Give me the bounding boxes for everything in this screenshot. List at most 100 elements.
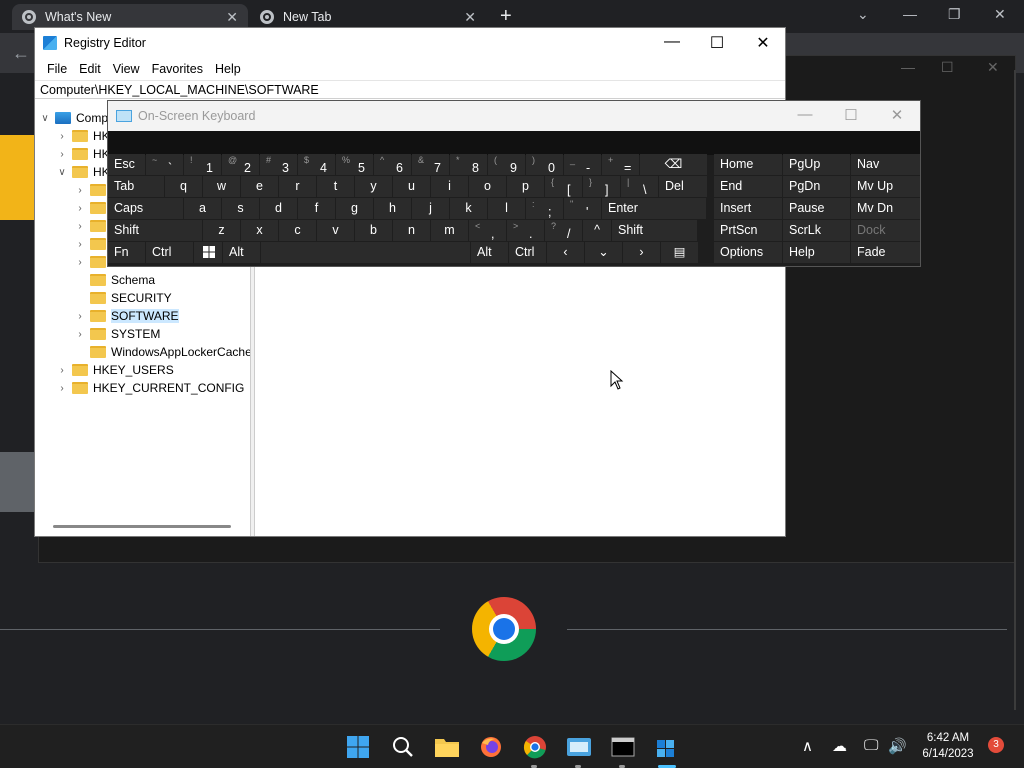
minimize-icon[interactable]: — (903, 6, 917, 22)
clock[interactable]: 6:42 AM 6/14/2023 (912, 730, 984, 762)
terminal-button[interactable] (610, 734, 636, 760)
nav-key[interactable]: Fade (851, 242, 920, 263)
key[interactable]: ) 0 (526, 154, 563, 175)
key[interactable]: ~ ` (146, 154, 183, 175)
key[interactable]: u (393, 176, 430, 197)
maximize-icon[interactable]: ☐ (694, 33, 740, 53)
key[interactable]: Shift (108, 220, 202, 241)
tree-item[interactable]: ∨ HK (57, 163, 109, 181)
tree-item[interactable]: › (75, 235, 111, 253)
key[interactable]: x (241, 220, 278, 241)
key[interactable]: h (374, 198, 411, 219)
new-tab-button[interactable]: + (500, 5, 512, 28)
key[interactable]: ^ (583, 220, 611, 241)
search-button[interactable] (390, 734, 416, 760)
key[interactable]: Esc (108, 154, 145, 175)
close-icon[interactable]: ✕ (874, 106, 920, 124)
nav-key[interactable]: Insert (714, 198, 782, 219)
restore-icon[interactable]: ❐ (948, 6, 961, 23)
chevron-right-icon[interactable]: › (57, 365, 67, 376)
key[interactable]: ‹ (547, 242, 584, 263)
key[interactable]: {[ (545, 176, 582, 197)
nav-key[interactable]: Pause (783, 198, 850, 219)
key[interactable]: o (469, 176, 506, 197)
chevron-right-icon[interactable]: › (75, 239, 85, 250)
tab-close-icon[interactable]: ✕ (464, 9, 476, 26)
tree-horizontal-scrollbar[interactable] (53, 525, 231, 528)
key[interactable]: g (336, 198, 373, 219)
firefox-button[interactable] (478, 734, 504, 760)
nav-key[interactable]: ScrLk (783, 220, 850, 241)
key[interactable]: <, (469, 220, 506, 241)
key[interactable]: & 7 (412, 154, 449, 175)
key[interactable]: Enter (602, 198, 706, 219)
close-icon[interactable]: ✕ (740, 33, 786, 53)
chevron-right-icon[interactable]: › (75, 185, 85, 196)
maximize-icon[interactable]: ☐ (828, 106, 874, 124)
nav-key[interactable]: PgDn (783, 176, 850, 197)
key[interactable]: @2 (222, 154, 259, 175)
menu-file[interactable]: File (41, 62, 73, 76)
key[interactable]: Alt (471, 242, 508, 263)
tree-item[interactable]: › (75, 199, 111, 217)
key[interactable]: ⌫ (640, 154, 707, 175)
key[interactable]: b (355, 220, 392, 241)
file-explorer-button[interactable] (434, 734, 460, 760)
nav-key[interactable]: Mv Up (851, 176, 920, 197)
scrollbar[interactable] (1014, 70, 1016, 710)
key[interactable]: c (279, 220, 316, 241)
key[interactable]: ! 1 (184, 154, 221, 175)
nav-key[interactable]: Options (714, 242, 782, 263)
key[interactable]: Caps (108, 198, 183, 219)
chevron-right-icon[interactable]: › (75, 311, 85, 322)
key[interactable]: :; (526, 198, 563, 219)
nav-key[interactable]: Nav (851, 154, 920, 175)
chevron-down-icon[interactable]: ∨ (40, 113, 50, 124)
key[interactable]: s (222, 198, 259, 219)
key[interactable]: }] (583, 176, 620, 197)
key[interactable]: n (393, 220, 430, 241)
nav-key[interactable]: Mv Dn (851, 198, 920, 219)
menu-favorites[interactable]: Favorites (146, 62, 209, 76)
key[interactable]: a (184, 198, 221, 219)
key[interactable]: " ' (564, 198, 601, 219)
tree-item[interactable]: › (75, 217, 111, 235)
key[interactable]: l (488, 198, 525, 219)
network-icon[interactable]: 🖵 (864, 737, 878, 754)
key[interactable]: › (623, 242, 660, 263)
regedit-titlebar[interactable]: Registry Editor — ☐ ✕ (35, 28, 785, 58)
tree-item[interactable]: WindowsAppLockerCache (75, 343, 250, 361)
menu-view[interactable]: View (107, 62, 146, 76)
chrome-button[interactable] (522, 734, 548, 760)
key[interactable]: | \ (621, 176, 658, 197)
key[interactable]: Ctrl (146, 242, 193, 263)
key[interactable]: ? / (545, 220, 582, 241)
nav-key[interactable]: Help (783, 242, 850, 263)
menu-help[interactable]: Help (209, 62, 247, 76)
chevron-right-icon[interactable]: › (57, 131, 67, 142)
osk-titlebar[interactable]: On-Screen Keyboard — ☐ ✕ (108, 101, 920, 131)
key[interactable]: ▤ (661, 242, 698, 263)
start-button[interactable] (345, 734, 371, 760)
key[interactable]: (9 (488, 154, 525, 175)
nav-key[interactable]: PrtScn (714, 220, 782, 241)
key[interactable]: t (317, 176, 354, 197)
key[interactable]: $4 (298, 154, 335, 175)
menu-edit[interactable]: Edit (73, 62, 107, 76)
minimize-icon[interactable]: — (782, 106, 828, 123)
tree-item[interactable]: Schema (75, 271, 155, 289)
windows-key[interactable] (194, 242, 222, 263)
minimize-icon[interactable]: — (649, 33, 695, 51)
panel-close-icon[interactable]: ✕ (987, 59, 999, 76)
key[interactable]: ⌄ (585, 242, 622, 263)
back-icon[interactable]: ← (12, 43, 30, 64)
tree-item[interactable]: › SYSTEM (75, 325, 160, 343)
key[interactable]: ^ 6 (374, 154, 411, 175)
key[interactable]: y (355, 176, 392, 197)
tree-item[interactable]: › HKEY_CURRENT_CONFIG (57, 379, 244, 397)
chevron-right-icon[interactable]: › (75, 329, 85, 340)
tree-item[interactable]: › (75, 181, 111, 199)
tree-item[interactable]: SECURITY (75, 289, 172, 307)
key[interactable]: d (260, 198, 297, 219)
tree-item[interactable]: › HK (57, 145, 109, 163)
